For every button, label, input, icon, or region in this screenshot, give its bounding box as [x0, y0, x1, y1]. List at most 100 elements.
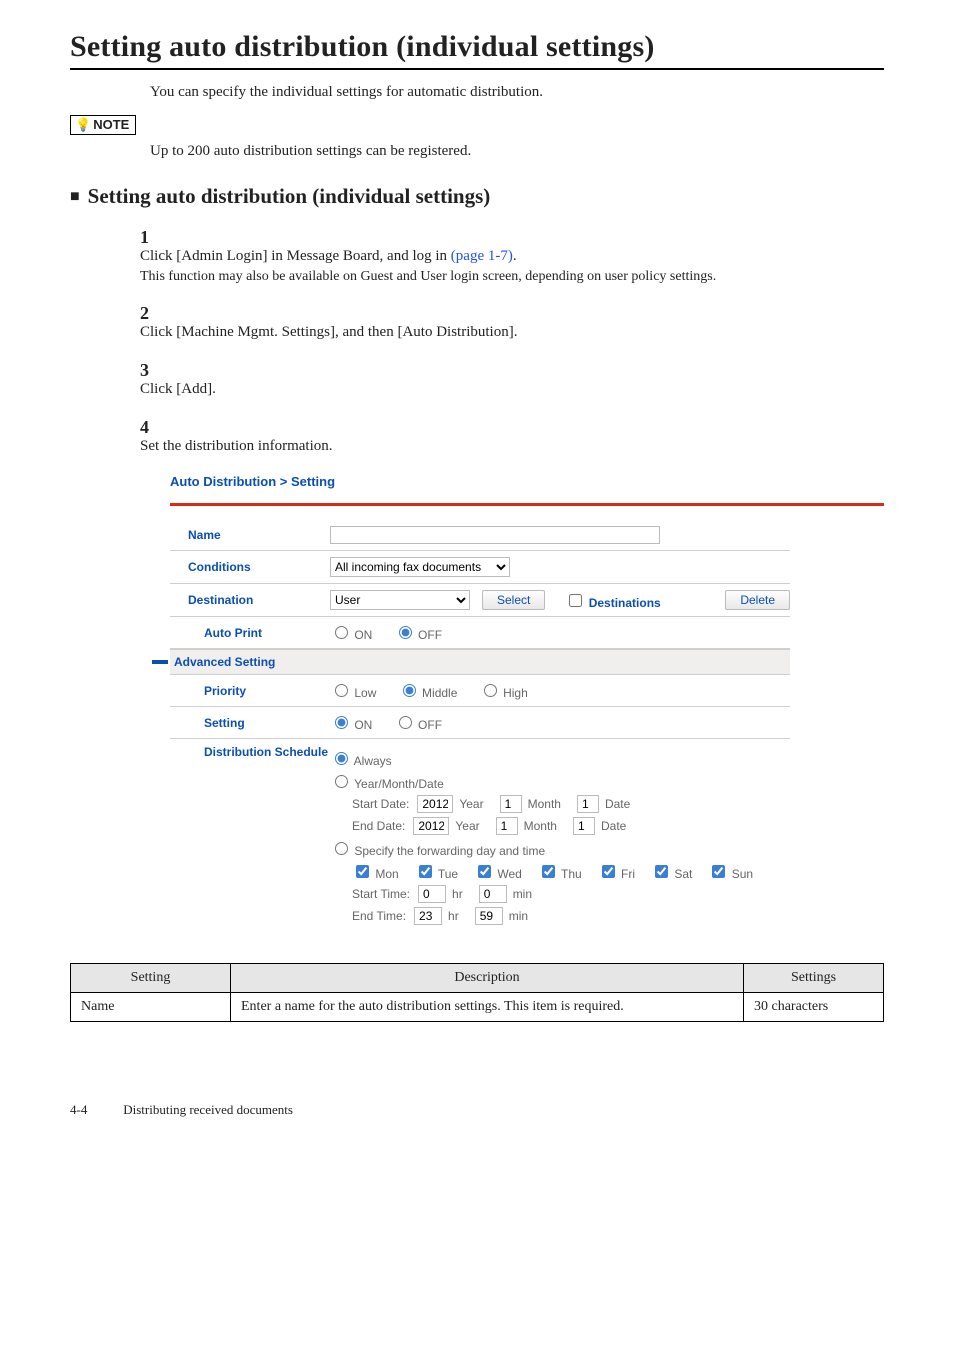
month-unit: Month: [524, 819, 557, 833]
start-month-input[interactable]: [500, 795, 522, 813]
row-priority: Priority Low Middle High: [170, 675, 790, 707]
cell-description: Enter a name for the auto distribution s…: [231, 993, 744, 1022]
row-advanced-header[interactable]: Advanced Setting: [170, 649, 790, 675]
cell-setting: Name: [71, 993, 231, 1022]
specify-label: Specify the forwarding day and time: [354, 844, 545, 858]
date-unit: Date: [601, 819, 626, 833]
autoprint-off-radio[interactable]: [399, 626, 412, 639]
label-name: Name: [170, 528, 330, 542]
step-2: 2 Click [Machine Mgmt. Settings], and th…: [140, 303, 884, 342]
row-schedule: Distribution Schedule Always Year/Month/…: [170, 739, 790, 935]
end-year-input[interactable]: [413, 817, 449, 835]
note-body: Up to 200 auto distribution settings can…: [150, 143, 884, 160]
min-unit: min: [509, 909, 528, 923]
destinations-checkbox[interactable]: [569, 594, 582, 607]
day-fri-checkbox[interactable]: [602, 865, 615, 878]
schedule-specify-radio[interactable]: [335, 842, 348, 855]
setting-off-radio[interactable]: [399, 716, 412, 729]
th-settings: Settings: [744, 964, 884, 993]
month-unit: Month: [528, 797, 561, 811]
step-1: 1 Click [Admin Login] in Message Board, …: [140, 227, 884, 285]
section-bullet-icon: ■: [70, 188, 80, 205]
end-day-input[interactable]: [573, 817, 595, 835]
wed-label: Wed: [497, 867, 521, 881]
low-label: Low: [354, 686, 376, 700]
priority-high-radio[interactable]: [484, 684, 497, 697]
date-unit: Date: [605, 797, 630, 811]
end-date-label: End Date:: [352, 819, 405, 833]
destination-select[interactable]: User: [330, 590, 470, 610]
breadcrumb: Auto Distribution > Setting: [170, 474, 884, 489]
ymd-label: Year/Month/Date: [354, 777, 444, 791]
label-advanced: Advanced Setting: [174, 655, 275, 669]
conditions-select[interactable]: All incoming fax documents: [330, 557, 510, 577]
auto-distribution-form: Auto Distribution > Setting Name Conditi…: [170, 474, 884, 935]
high-label: High: [503, 686, 528, 700]
cell-limits: 30 characters: [744, 993, 884, 1022]
start-time-label: Start Time:: [352, 887, 410, 901]
step-3: 3 Click [Add].: [140, 360, 884, 399]
schedule-ymd-radio[interactable]: [335, 775, 348, 788]
step-1-text-b: .: [513, 248, 517, 264]
table-row: Name Enter a name for the auto distribut…: [71, 993, 884, 1022]
row-auto-print: Auto Print ON OFF: [170, 617, 790, 649]
setting-on-radio[interactable]: [335, 716, 348, 729]
step-number: 3: [140, 360, 164, 381]
row-setting: Setting ON OFF: [170, 707, 790, 739]
row-conditions: Conditions All incoming fax documents: [170, 551, 790, 584]
day-wed-checkbox[interactable]: [478, 865, 491, 878]
step-number: 2: [140, 303, 164, 324]
chapter-title: Distributing received documents: [123, 1102, 293, 1117]
step-2-text: Click [Machine Mgmt. Settings], and then…: [140, 324, 880, 341]
sun-label: Sun: [732, 867, 753, 881]
day-mon-checkbox[interactable]: [356, 865, 369, 878]
start-year-input[interactable]: [417, 795, 453, 813]
day-sun-checkbox[interactable]: [712, 865, 725, 878]
hr-unit: hr: [452, 887, 463, 901]
day-thu-checkbox[interactable]: [542, 865, 555, 878]
start-min-input[interactable]: [479, 885, 507, 903]
day-tue-checkbox[interactable]: [419, 865, 432, 878]
step-number: 4: [140, 417, 164, 438]
priority-low-radio[interactable]: [335, 684, 348, 697]
tue-label: Tue: [438, 867, 458, 881]
end-min-input[interactable]: [475, 907, 503, 925]
off-label: OFF: [418, 628, 442, 642]
section-heading: ■ Setting auto distribution (individual s…: [70, 184, 884, 209]
min-unit: min: [513, 887, 532, 901]
label-priority: Priority: [170, 684, 330, 698]
settings-table: Setting Description Settings Name Enter …: [70, 963, 884, 1022]
collapse-icon[interactable]: [152, 660, 168, 664]
mon-label: Mon: [375, 867, 398, 881]
select-button[interactable]: Select: [482, 590, 545, 610]
step-4-text: Set the distribution information.: [140, 438, 880, 455]
schedule-always-radio[interactable]: [335, 752, 348, 765]
step-4: 4 Set the distribution information.: [140, 417, 884, 456]
day-sat-checkbox[interactable]: [655, 865, 668, 878]
step-number: 1: [140, 227, 164, 248]
start-day-input[interactable]: [577, 795, 599, 813]
label-auto-print: Auto Print: [170, 626, 330, 640]
on-label: ON: [354, 718, 372, 732]
label-schedule: Distribution Schedule: [170, 745, 330, 759]
page-title: Setting auto distribution (individual se…: [70, 30, 884, 64]
priority-middle-radio[interactable]: [403, 684, 416, 697]
name-input[interactable]: [330, 526, 660, 544]
start-hr-input[interactable]: [418, 885, 446, 903]
intro-text: You can specify the individual settings …: [150, 84, 884, 101]
delete-button[interactable]: Delete: [725, 590, 790, 610]
lightbulb-icon: 💡: [75, 117, 91, 132]
step-1-text-a: Click [Admin Login] in Message Board, an…: [140, 248, 451, 264]
fri-label: Fri: [621, 867, 635, 881]
end-month-input[interactable]: [496, 817, 518, 835]
autoprint-on-radio[interactable]: [335, 626, 348, 639]
label-destination: Destination: [170, 593, 330, 607]
end-hr-input[interactable]: [414, 907, 442, 925]
page-ref-link[interactable]: (page 1-7): [451, 248, 513, 264]
row-name: Name: [170, 520, 790, 551]
section-heading-text: Setting auto distribution (individual se…: [88, 184, 491, 208]
start-date-label: Start Date:: [352, 797, 409, 811]
label-setting: Setting: [170, 716, 330, 730]
th-description: Description: [231, 964, 744, 993]
step-3-text: Click [Add].: [140, 381, 880, 398]
